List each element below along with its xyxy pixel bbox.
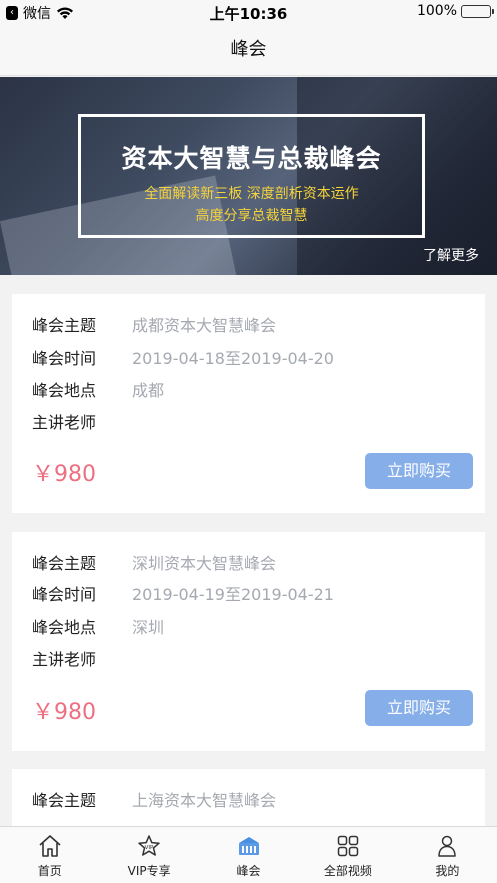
summit-time-row: 峰会时间 2019-04-18至2019-04-20 xyxy=(32,345,334,369)
summit-banner[interactable]: 资本大智慧与总裁峰会 全面解读新三板 深度剖析资本运作 高度分享总裁智慧 了解更… xyxy=(0,77,497,275)
nav-bar: 峰会 xyxy=(0,24,497,76)
banner-subtitle-1: 全面解读新三板 深度剖析资本运作 xyxy=(144,186,359,202)
topic-label: 峰会主题 xyxy=(32,554,97,573)
tab-mine[interactable]: 我的 xyxy=(398,827,497,883)
home-icon xyxy=(39,835,61,857)
price: ￥980 xyxy=(32,462,96,487)
tab-label: 全部视频 xyxy=(323,864,372,878)
buy-now-button[interactable]: 立即购买 xyxy=(365,453,473,489)
summit-time-row: 峰会时间 2019-04-19至2019-04-21 xyxy=(32,581,334,605)
place-label: 峰会地点 xyxy=(32,381,97,400)
banner-subtitle-2: 高度分享总裁智慧 xyxy=(195,208,308,224)
summit-card[interactable]: 峰会主题 深圳资本大智慧峰会 峰会时间 2019-04-19至2019-04-2… xyxy=(12,532,485,751)
status-bar: ‹ 微信 上午10:36 100% xyxy=(0,0,497,24)
status-right: 100% xyxy=(416,3,494,19)
banner-title: 资本大智慧与总裁峰会 xyxy=(121,144,382,173)
tab-label: 我的 xyxy=(435,864,460,878)
svg-text:VIP: VIP xyxy=(145,845,154,851)
summit-teacher-row: 主讲老师 xyxy=(32,409,132,433)
time-value: 2019-04-18至2019-04-20 xyxy=(132,349,334,368)
topic-label: 峰会主题 xyxy=(32,316,97,335)
summit-topic-row: 峰会主题 成都资本大智慧峰会 xyxy=(32,312,276,336)
summit-icon xyxy=(238,837,259,855)
price: ￥980 xyxy=(32,700,96,725)
tab-all-videos[interactable]: 全部视频 xyxy=(298,827,397,883)
place-value: 深圳 xyxy=(132,618,165,637)
summit-card[interactable]: 峰会主题 成都资本大智慧峰会 峰会时间 2019-04-18至2019-04-2… xyxy=(12,294,485,513)
summit-place-row: 峰会地点 深圳 xyxy=(32,614,164,638)
tab-label: 首页 xyxy=(37,864,62,878)
tab-bar: 首页 VIP VIP专享 峰会 全部视频 我的 xyxy=(0,826,497,883)
teacher-label: 主讲老师 xyxy=(32,413,97,432)
banner-frame: 资本大智慧与总裁峰会 全面解读新三板 深度剖析资本运作 高度分享总裁智慧 xyxy=(78,114,425,238)
user-icon xyxy=(438,835,457,857)
battery-percent: 100% xyxy=(416,3,457,19)
summit-topic-row: 峰会主题 深圳资本大智慧峰会 xyxy=(32,550,276,574)
tab-home[interactable]: 首页 xyxy=(0,827,99,883)
teacher-label: 主讲老师 xyxy=(32,650,97,669)
topic-label: 峰会主题 xyxy=(32,791,97,810)
summit-topic-row: 峰会主题 上海资本大智慧峰会 xyxy=(32,787,276,811)
topic-value: 深圳资本大智慧峰会 xyxy=(132,554,277,573)
topic-value: 上海资本大智慧峰会 xyxy=(132,791,277,810)
learn-more-link[interactable]: 了解更多 xyxy=(423,245,479,265)
time-value: 2019-04-19至2019-04-21 xyxy=(132,585,334,604)
topic-value: 成都资本大智慧峰会 xyxy=(132,316,277,335)
battery-icon xyxy=(461,4,494,18)
vip-star-icon: VIP xyxy=(138,835,160,856)
time-label: 峰会时间 xyxy=(32,349,97,368)
buy-now-button[interactable]: 立即购买 xyxy=(365,690,473,726)
tab-label: VIP专享 xyxy=(127,864,171,878)
place-value: 成都 xyxy=(132,381,165,400)
tab-label: 峰会 xyxy=(236,864,261,878)
grid-icon xyxy=(337,835,359,857)
summit-teacher-row: 主讲老师 xyxy=(32,646,132,670)
page-title: 峰会 xyxy=(230,39,267,60)
place-label: 峰会地点 xyxy=(32,618,97,637)
tab-summit[interactable]: 峰会 xyxy=(199,827,298,883)
summit-place-row: 峰会地点 成都 xyxy=(32,377,164,401)
time-label: 峰会时间 xyxy=(32,585,97,604)
tab-vip[interactable]: VIP VIP专享 xyxy=(99,827,198,883)
